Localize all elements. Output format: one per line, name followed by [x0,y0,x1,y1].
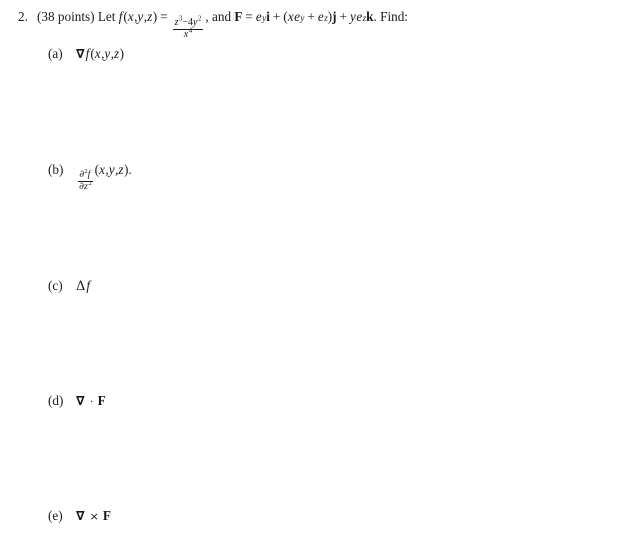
part-a-paren-close: ) [119,46,125,61]
field-plus-2: + [339,9,347,24]
equals-sign: = [160,9,168,24]
part-c-label: (c) [48,278,63,293]
problem-points: (38 points) [37,9,95,24]
field-equals-sign: = [245,9,253,24]
part-b-period: . [128,162,132,177]
part-b: (b) ∂2f ∂z2 (x, y, z). [48,160,132,193]
denominator-exponent-4: 4 [188,27,193,35]
partial-var-exponent: 2 [88,180,92,187]
numerator-exponent-2: 2 [198,15,202,23]
part-e-expression: ∇ × F [76,506,111,527]
part-a-label: (a) [48,46,63,61]
part-c: (c) Δf [48,276,91,297]
laplacian-delta-icon: Δ [76,279,86,294]
vector-field-symbol-F: F [234,9,243,24]
field-k-base-e: e [356,9,363,24]
problem-leadin: Let [94,9,119,24]
field-j-plus: + [307,9,315,24]
partial-derivative-fraction: ∂2f ∂z2 [78,168,93,193]
partial-denominator: ∂z2 [78,180,93,193]
nabla-icon: ∇ [76,508,85,523]
exam-page: 2. (38 points) Let f ( x , y , z ) = z3−… [0,0,631,539]
part-d: (d) ∇ · F [48,391,106,411]
and-text: and [208,9,235,24]
function-fraction: z3−4y2 x4 [172,15,204,41]
field-plus-1: + [272,9,281,24]
find-text: . Find: [373,9,408,24]
part-b-label: (b) [48,162,64,177]
fraction-denominator: x4 [172,27,204,41]
part-e-label: (e) [48,508,63,523]
part-d-field-F: F [97,393,106,408]
part-a: (a) ∇ f (x, y, z) [48,44,124,64]
nabla-icon: ∇ [76,393,85,408]
part-e: (e) ∇ × F [48,506,111,527]
problem-statement: 2. (38 points) Let f ( x , y , z ) = z3−… [18,9,408,41]
nabla-icon: ∇ [76,46,85,61]
part-b-expression: ∂2f ∂z2 (x, y, z). [76,160,132,193]
part-c-expression: Δf [76,276,91,297]
partial-function-f: f [87,169,91,180]
part-d-label: (d) [48,393,64,408]
part-d-expression: ∇ · F [76,391,106,411]
dot-product-icon: · [89,394,94,408]
part-c-function-f: f [86,278,91,293]
numerator-minus-four: −4 [182,16,194,28]
problem-number: 2. [18,9,28,24]
unit-vector-k: k [366,9,374,24]
part-e-field-F: F [102,508,111,523]
cross-product-icon: × [89,510,99,523]
part-a-expression: ∇ f (x, y, z) [76,44,124,64]
